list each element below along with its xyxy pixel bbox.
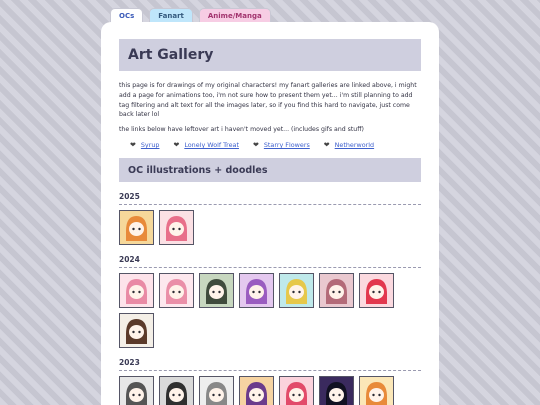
intro-text: this page is for drawings of my original… bbox=[119, 82, 417, 119]
artwork-thumbnail[interactable] bbox=[119, 313, 154, 349]
link-lonely-wolf-treat[interactable]: ❤ Lonely Wolf Treat bbox=[173, 141, 239, 149]
link-starry-flowers-label[interactable]: Starry Flowers bbox=[264, 141, 310, 149]
character-portrait-icon bbox=[366, 382, 387, 405]
artwork-thumbnail[interactable] bbox=[319, 376, 354, 405]
character-portrait-icon bbox=[166, 279, 187, 305]
character-portrait-icon bbox=[246, 382, 267, 405]
year-group-2024: 2024 bbox=[119, 255, 421, 349]
artwork-thumbnail[interactable] bbox=[119, 376, 154, 405]
character-portrait-icon bbox=[166, 216, 187, 242]
artwork-thumbnail[interactable] bbox=[199, 376, 234, 405]
character-portrait-icon bbox=[126, 319, 147, 345]
character-portrait-icon bbox=[246, 279, 267, 305]
year-heading: 2025 bbox=[119, 192, 421, 206]
character-portrait-icon bbox=[326, 382, 347, 405]
character-portrait-icon bbox=[286, 382, 307, 405]
artwork-thumbnail[interactable] bbox=[159, 210, 194, 246]
artwork-thumbnail[interactable] bbox=[239, 376, 274, 405]
gallery-panel: Art Gallery this page is for drawings of… bbox=[101, 22, 439, 405]
title-bar: Art Gallery bbox=[119, 39, 421, 71]
thumbnail-grid bbox=[119, 210, 409, 246]
link-netherworld-label[interactable]: Netherworld bbox=[335, 141, 374, 149]
heart-icon: ❤ bbox=[252, 141, 259, 150]
artwork-thumbnail[interactable] bbox=[359, 273, 394, 309]
character-portrait-icon bbox=[126, 279, 147, 305]
character-portrait-icon bbox=[366, 279, 387, 305]
thumbnail-grid bbox=[119, 376, 409, 405]
year-heading: 2024 bbox=[119, 255, 421, 269]
artwork-thumbnail[interactable] bbox=[279, 273, 314, 309]
section-bar: OC illustrations + doodles bbox=[119, 158, 421, 183]
page-title: Art Gallery bbox=[128, 47, 214, 63]
link-syrup-label[interactable]: Syrup bbox=[141, 141, 160, 149]
link-netherworld[interactable]: ❤ Netherworld bbox=[324, 141, 374, 149]
artwork-thumbnail[interactable] bbox=[359, 376, 394, 405]
leftover-links: ❤ Syrup ❤ Lonely Wolf Treat ❤ Starry Flo… bbox=[119, 141, 421, 149]
character-portrait-icon bbox=[126, 216, 147, 242]
character-portrait-icon bbox=[126, 382, 147, 405]
artwork-thumbnail[interactable] bbox=[159, 273, 194, 309]
artwork-thumbnail[interactable] bbox=[279, 376, 314, 405]
heart-icon: ❤ bbox=[130, 141, 136, 150]
artwork-thumbnail[interactable] bbox=[119, 273, 154, 309]
artwork-thumbnail[interactable] bbox=[119, 210, 154, 246]
year-group-2025: 2025 bbox=[119, 192, 421, 246]
character-portrait-icon bbox=[326, 279, 347, 305]
link-syrup[interactable]: ❤ Syrup bbox=[130, 141, 159, 149]
artwork-thumbnail[interactable] bbox=[239, 273, 274, 309]
thumbnail-grid bbox=[119, 273, 409, 349]
link-lonely-wolf-treat-label[interactable]: Lonely Wolf Treat bbox=[184, 141, 239, 149]
year-heading: 2023 bbox=[119, 358, 421, 372]
artwork-thumbnail[interactable] bbox=[199, 273, 234, 309]
character-portrait-icon bbox=[206, 279, 227, 305]
artwork-thumbnail[interactable] bbox=[319, 273, 354, 309]
heart-icon: ❤ bbox=[173, 141, 180, 150]
character-portrait-icon bbox=[286, 279, 307, 305]
year-group-2023: 2023 bbox=[119, 358, 421, 405]
heart-icon: ❤ bbox=[323, 141, 330, 150]
character-portrait-icon bbox=[206, 382, 227, 405]
link-starry-flowers[interactable]: ❤ Starry Flowers bbox=[253, 141, 310, 149]
links-note: the links below have leftover art i have… bbox=[119, 126, 364, 134]
character-portrait-icon bbox=[166, 382, 187, 405]
artwork-thumbnail[interactable] bbox=[159, 376, 194, 405]
section-title: OC illustrations + doodles bbox=[128, 164, 268, 176]
